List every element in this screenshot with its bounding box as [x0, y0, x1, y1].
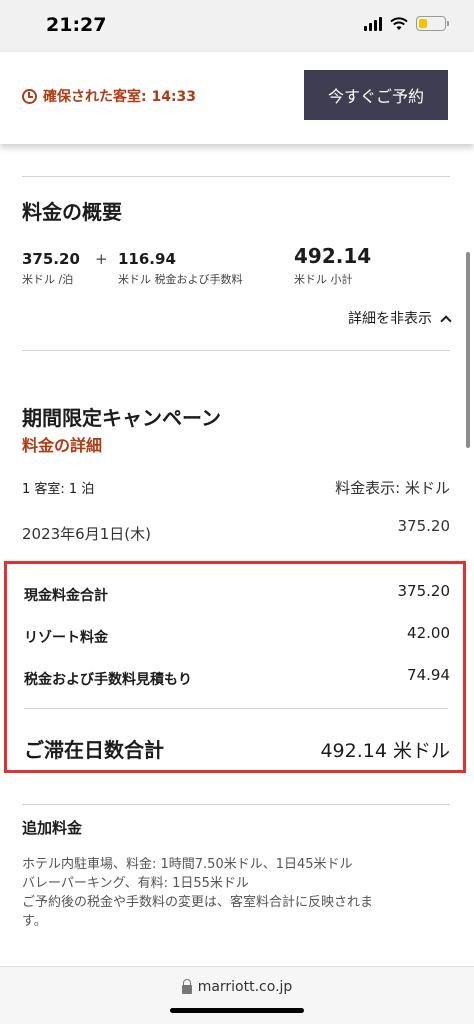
divider — [22, 176, 450, 177]
nightly-rate-value: 375.20 — [22, 250, 80, 268]
extra-fee-line: バレーパーキング、有料: 1日55米ドル — [22, 876, 249, 891]
browser-url-bar[interactable]: marriott.co.jp — [0, 966, 474, 1024]
extra-fee-line: ご予約後の税金や手数料の変更は、客室料合計に反映されま — [22, 895, 374, 910]
divider — [22, 350, 450, 351]
url-text: marriott.co.jp — [197, 979, 293, 995]
breakdown-row-label: 現金料金合計 — [24, 588, 108, 604]
divider — [24, 708, 448, 709]
rate-summary-title: 料金の概要 — [22, 200, 122, 224]
book-now-button[interactable]: 今すぐご予約 — [304, 70, 448, 120]
breakdown-row-label: リゾート料金 — [24, 630, 108, 646]
hide-details-toggle[interactable]: 詳細を非表示 — [348, 308, 452, 328]
divider — [22, 804, 450, 805]
room-nights: 1 客室: 1 泊 — [22, 482, 95, 497]
breakdown-row-value: 74.94 — [407, 666, 450, 684]
home-indicator[interactable] — [170, 1008, 304, 1013]
room-hold-text: 確保された客室: 14:33 — [43, 89, 197, 105]
nightly-rate-unit: 米ドル /泊 — [22, 273, 74, 286]
hide-details-label: 詳細を非表示 — [348, 311, 432, 327]
status-icons — [364, 16, 449, 31]
subtotal-value: 492.14 — [294, 244, 372, 268]
status-time: 21:27 — [46, 14, 107, 36]
breakdown-row-label: 税金および手数料見積もり — [24, 672, 192, 688]
breakdown-row-value: 375.20 — [397, 582, 451, 600]
stay-date-amount: 375.20 — [397, 517, 451, 535]
wifi-icon — [390, 16, 408, 30]
stay-date: 2023年6月1日(木) — [22, 525, 151, 543]
stay-total-label: ご滞在日数合計 — [24, 738, 164, 762]
subtotal-unit: 米ドル 小計 — [294, 273, 353, 286]
plus-sign: + — [95, 250, 108, 268]
lock-icon — [181, 978, 192, 994]
rate-details-link[interactable]: 料金の詳細 — [22, 432, 102, 456]
chevron-up-icon — [440, 314, 452, 327]
extra-fee-line: ホテル内駐車場、料金: 1時間7.50米ドル、1日45米ドル — [22, 857, 353, 872]
reservation-header: 確保された客室: 14:33 今すぐご予約 — [0, 52, 474, 144]
url-display[interactable]: marriott.co.jp — [0, 978, 474, 995]
stay-total-value: 492.14 米ドル — [320, 740, 450, 762]
extra-fee-line: す。 — [22, 914, 47, 929]
extra-fees-title: 追加料金 — [22, 819, 83, 837]
scrollbar[interactable] — [466, 252, 470, 448]
status-bar: 21:27 — [0, 0, 474, 52]
battery-icon — [416, 16, 449, 31]
breakdown-row-value: 42.00 — [407, 624, 450, 642]
clock-icon — [22, 88, 37, 104]
tax-unit: 米ドル 税金および手数料 — [118, 273, 243, 286]
tax-value: 116.94 — [118, 250, 176, 268]
currency-display: 料金表示: 米ドル — [335, 479, 450, 497]
cellular-signal-icon — [364, 16, 382, 31]
room-hold-timer: 確保された客室: 14:33 — [22, 86, 196, 106]
promo-title: 期間限定キャンペーン — [22, 406, 221, 430]
